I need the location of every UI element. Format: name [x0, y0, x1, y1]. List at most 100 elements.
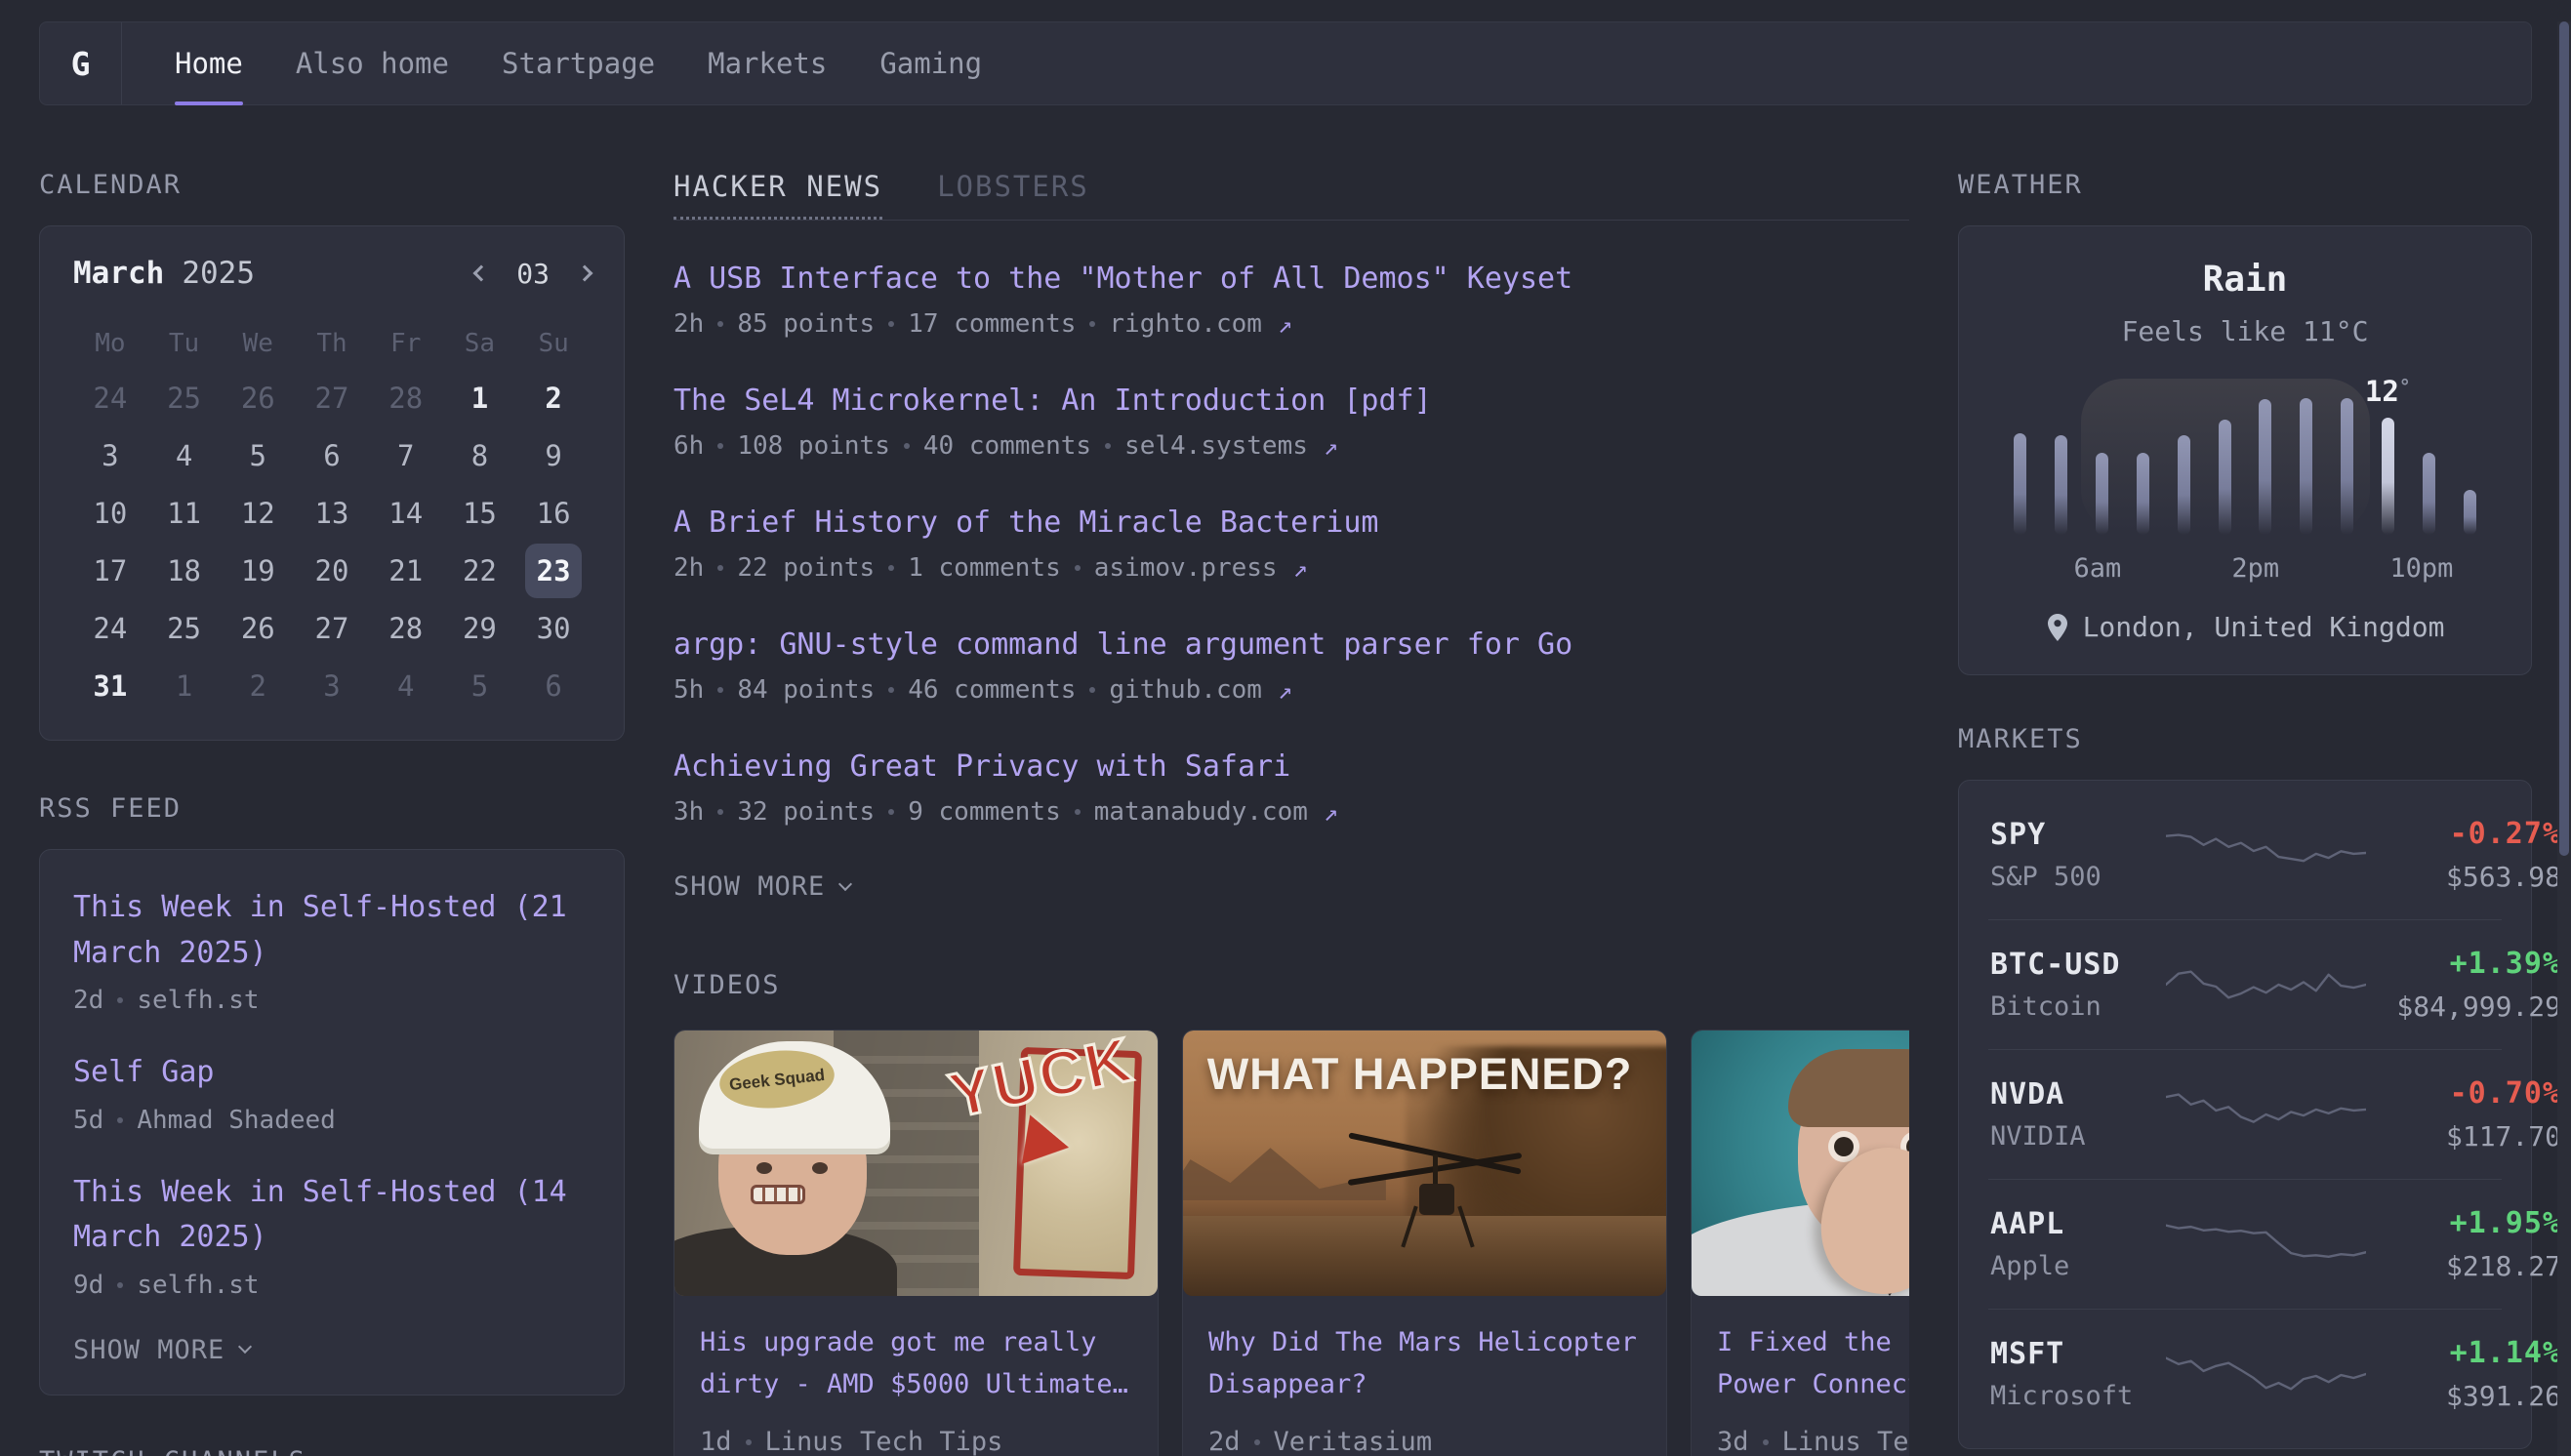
current-temp-label: 12°	[2365, 375, 2411, 408]
nav-tab-markets[interactable]: Markets	[708, 22, 827, 104]
external-link-arrow-icon: ↗	[1293, 554, 1308, 583]
calendar-day: 17	[73, 542, 147, 599]
news-item-title[interactable]: argp: GNU-style command line argument pa…	[673, 627, 1909, 662]
news-item-age: 3h	[673, 797, 704, 827]
video-title[interactable]: I Fixed the 50 Power Connector	[1717, 1321, 1909, 1405]
main-content: CALENDAR March 2025 03 MoTuWeThFrSaSu242…	[0, 105, 2571, 1456]
calendar-day: 16	[516, 484, 591, 542]
nav-tab-also-home[interactable]: Also home	[296, 22, 449, 104]
dot-separator	[717, 443, 723, 449]
news-item-comments[interactable]: 40 comments	[923, 431, 1091, 461]
video-title[interactable]: His upgrade got me really dirty - AMD $5…	[700, 1321, 1132, 1405]
market-row-aapl[interactable]: AAPLApple+1.95%$218.27	[1988, 1179, 2502, 1309]
weather-bar-slot	[2041, 388, 2082, 535]
weather-bar	[2137, 453, 2149, 535]
market-row-spy[interactable]: SPYS&P 500-0.27%$563.98	[1988, 790, 2502, 919]
news-item-comments[interactable]: 9 comments	[908, 797, 1061, 827]
nav-tab-home[interactable]: Home	[175, 22, 243, 104]
news-item-title[interactable]: Achieving Great Privacy with Safari	[673, 749, 1909, 784]
external-link-arrow-icon: ↗	[1278, 676, 1292, 705]
news-item-title[interactable]: A Brief History of the Miracle Bacterium	[673, 506, 1909, 540]
video-card-ltt-yuck[interactable]: Geek Squad YUCK His upgrade got me reall…	[673, 1030, 1159, 1456]
news-tab-hacker-news[interactable]: HACKER NEWS	[673, 170, 882, 220]
market-row-nvda[interactable]: NVDANVIDIA-0.70%$117.70	[1988, 1049, 2502, 1179]
scrollbar-track[interactable]	[2557, 21, 2571, 1456]
weather-hour-label	[2279, 553, 2316, 584]
market-sparkline	[2166, 954, 2366, 1015]
weather-hourly-chart: 12° 6am2pm10pm	[2000, 388, 2490, 584]
news-show-more-button[interactable]: SHOW MORE	[673, 871, 850, 902]
nav-tab-label: Home	[175, 47, 243, 80]
rss-show-more-label: SHOW MORE	[73, 1335, 224, 1365]
nav-tab-startpage[interactable]: Startpage	[502, 22, 655, 104]
news-item: argp: GNU-style command line argument pa…	[673, 627, 1909, 705]
video-channel[interactable]: Linus Tech Tips	[1782, 1427, 1909, 1456]
market-symbol[interactable]: NVDA	[1990, 1077, 2166, 1112]
news-item-domain-link[interactable]: sel4.systems	[1124, 431, 1308, 461]
market-symbol[interactable]: AAPL	[1990, 1207, 2166, 1241]
scrollbar-thumb[interactable]	[2559, 21, 2569, 856]
chevron-left-icon[interactable]	[473, 265, 490, 282]
news-item-title[interactable]: The SeL4 Microkernel: An Introduction [p…	[673, 384, 1909, 418]
rss-show-more-button[interactable]: SHOW MORE	[73, 1335, 250, 1365]
news-item-comments[interactable]: 46 comments	[908, 675, 1076, 705]
left-column: CALENDAR March 2025 03 MoTuWeThFrSaSu242…	[39, 170, 625, 1456]
video-thumbnail-teal[interactable]: DO TH T	[1692, 1031, 1909, 1296]
rss-item-title[interactable]: This Week in Self-Hosted (21 March 2025)	[73, 885, 591, 976]
news-tab-lobsters[interactable]: LOBSTERS	[937, 170, 1089, 220]
video-thumbnail-mars[interactable]: WHAT HAPPENED?	[1183, 1031, 1666, 1296]
news-item-comments[interactable]: 1 comments	[908, 553, 1061, 583]
market-row-btc-usd[interactable]: BTC-USDBitcoin+1.39%$84,999.29	[1988, 919, 2502, 1049]
rss-item: This Week in Self-Hosted (21 March 2025)…	[73, 885, 591, 1015]
news-item-meta: 3h32 points9 commentsmatanabudy.com↗	[673, 797, 1909, 827]
calendar-weekday-label: We	[221, 318, 295, 369]
market-id-block: BTC-USDBitcoin	[1990, 948, 2166, 1022]
market-symbol[interactable]: MSFT	[1990, 1337, 2166, 1371]
news-item-age: 2h	[673, 553, 704, 583]
video-title[interactable]: Why Did The Mars Helicopter Disappear?	[1208, 1321, 1641, 1405]
nav-tab-gaming[interactable]: Gaming	[879, 22, 982, 104]
calendar-day: 29	[443, 599, 517, 657]
market-price: $84,999.29	[2366, 991, 2561, 1023]
news-list: A USB Interface to the "Mother of All De…	[673, 262, 1909, 827]
market-id-block: MSFTMicrosoft	[1990, 1337, 2166, 1411]
news-item: A USB Interface to the "Mother of All De…	[673, 262, 1909, 339]
leg-art	[1401, 1205, 1417, 1247]
calendar-day: 18	[147, 542, 222, 599]
weather-hour-label	[2037, 553, 2074, 584]
dot-separator	[888, 565, 894, 571]
rss-item-title[interactable]: This Week in Self-Hosted (14 March 2025)	[73, 1170, 591, 1261]
news-item-domain-link[interactable]: righto.com	[1109, 309, 1262, 339]
market-symbol[interactable]: SPY	[1990, 818, 2166, 852]
rss-item-title[interactable]: Self Gap	[73, 1050, 591, 1096]
market-row-msft[interactable]: MSFTMicrosoft+1.14%$391.26	[1988, 1309, 2502, 1438]
videos-section-title: VIDEOS	[673, 970, 1909, 1000]
app-logo[interactable]: G	[40, 22, 122, 104]
dot-separator	[117, 1117, 123, 1123]
external-link-arrow-icon: ↗	[1324, 432, 1338, 461]
video-channel[interactable]: Veritasium	[1274, 1427, 1433, 1456]
sparkline-chart	[2166, 825, 2366, 885]
video-card-ltt-connector[interactable]: DO TH T I Fixed the 50 Power Connector 3…	[1691, 1030, 1909, 1456]
calendar-widget: March 2025 03 MoTuWeThFrSaSu242526272812…	[39, 225, 625, 741]
weather-hour-label	[2121, 553, 2158, 584]
news-item-domain-link[interactable]: github.com	[1109, 675, 1262, 705]
rss-list: This Week in Self-Hosted (21 March 2025)…	[73, 885, 591, 1300]
news-item-points: 32 points	[737, 797, 875, 827]
video-channel[interactable]: Linus Tech Tips	[765, 1427, 1003, 1456]
market-values: -0.27%$563.98	[2366, 817, 2561, 893]
news-item-domain-link[interactable]: matanabudy.com	[1094, 797, 1308, 827]
calendar-day: 27	[295, 369, 369, 426]
news-item-comments[interactable]: 17 comments	[908, 309, 1076, 339]
video-thumbnail-ltt-yuck[interactable]: Geek Squad YUCK	[674, 1031, 1158, 1296]
weather-hour-label: 10pm	[2389, 553, 2453, 584]
mast-art	[1433, 1154, 1438, 1188]
weather-feels-like: Feels like 11°C	[1986, 315, 2504, 347]
chevron-right-icon[interactable]	[577, 265, 593, 282]
video-card-veritasium-mars[interactable]: WHAT HAPPENED? Why Did The Mars Helicopt…	[1182, 1030, 1667, 1456]
nav-tab-label: Also home	[296, 47, 449, 80]
market-symbol[interactable]: BTC-USD	[1990, 948, 2166, 982]
market-sparkline	[2166, 1344, 2366, 1404]
news-item-title[interactable]: A USB Interface to the "Mother of All De…	[673, 262, 1909, 296]
news-item-domain-link[interactable]: asimov.press	[1094, 553, 1278, 583]
